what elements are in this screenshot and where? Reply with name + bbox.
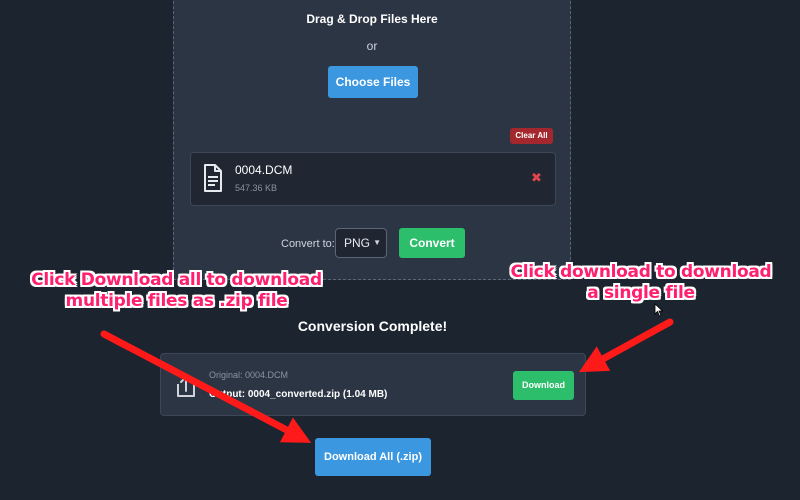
annotation-line: Click Download all to download: [31, 270, 322, 290]
clear-all-button[interactable]: Clear All: [510, 128, 553, 144]
annotation-download-single: Click download to download a single file: [482, 262, 800, 304]
conversion-complete-title: Conversion Complete!: [297, 318, 448, 334]
annotation-line: multiple files as .zip file: [65, 291, 288, 311]
file-size: 547.36 KB: [235, 183, 278, 193]
chevron-down-icon: ▼: [373, 238, 381, 247]
format-select[interactable]: PNG ▼: [335, 228, 387, 258]
annotation-line: Click download to download: [510, 262, 772, 282]
annotation-download-all: Click Download all to download multiple …: [4, 270, 349, 312]
original-file-text: Original: 0004.DCM: [209, 370, 289, 380]
result-item: Original: 0004.DCM Output: 0004_converte…: [160, 353, 586, 416]
convert-button[interactable]: Convert: [399, 228, 465, 258]
converter-page: Drag & Drop Files Here or Choose Files C…: [0, 0, 800, 500]
or-text: or: [366, 39, 378, 53]
output-file-text: Output: 0004_converted.zip (1.04 MB): [209, 389, 388, 400]
mouse-cursor-icon: [654, 303, 664, 317]
file-list-item: 0004.DCM 547.36 KB ✖: [190, 152, 556, 206]
file-name: 0004.DCM: [235, 163, 293, 177]
convert-to-label: Convert to:: [281, 238, 335, 250]
choose-files-button[interactable]: Choose Files: [328, 66, 418, 98]
file-document-icon: [204, 164, 222, 192]
close-icon[interactable]: ✖: [531, 170, 542, 186]
annotation-line: a single file: [587, 283, 695, 303]
upload-arrow-icon: [177, 376, 195, 397]
upload-dropzone[interactable]: Drag & Drop Files Here or Choose Files C…: [173, 0, 571, 280]
drag-drop-text: Drag & Drop Files Here: [306, 12, 438, 26]
download-button[interactable]: Download: [513, 371, 574, 400]
download-all-button[interactable]: Download All (.zip): [315, 438, 431, 476]
format-select-value: PNG: [344, 236, 371, 250]
